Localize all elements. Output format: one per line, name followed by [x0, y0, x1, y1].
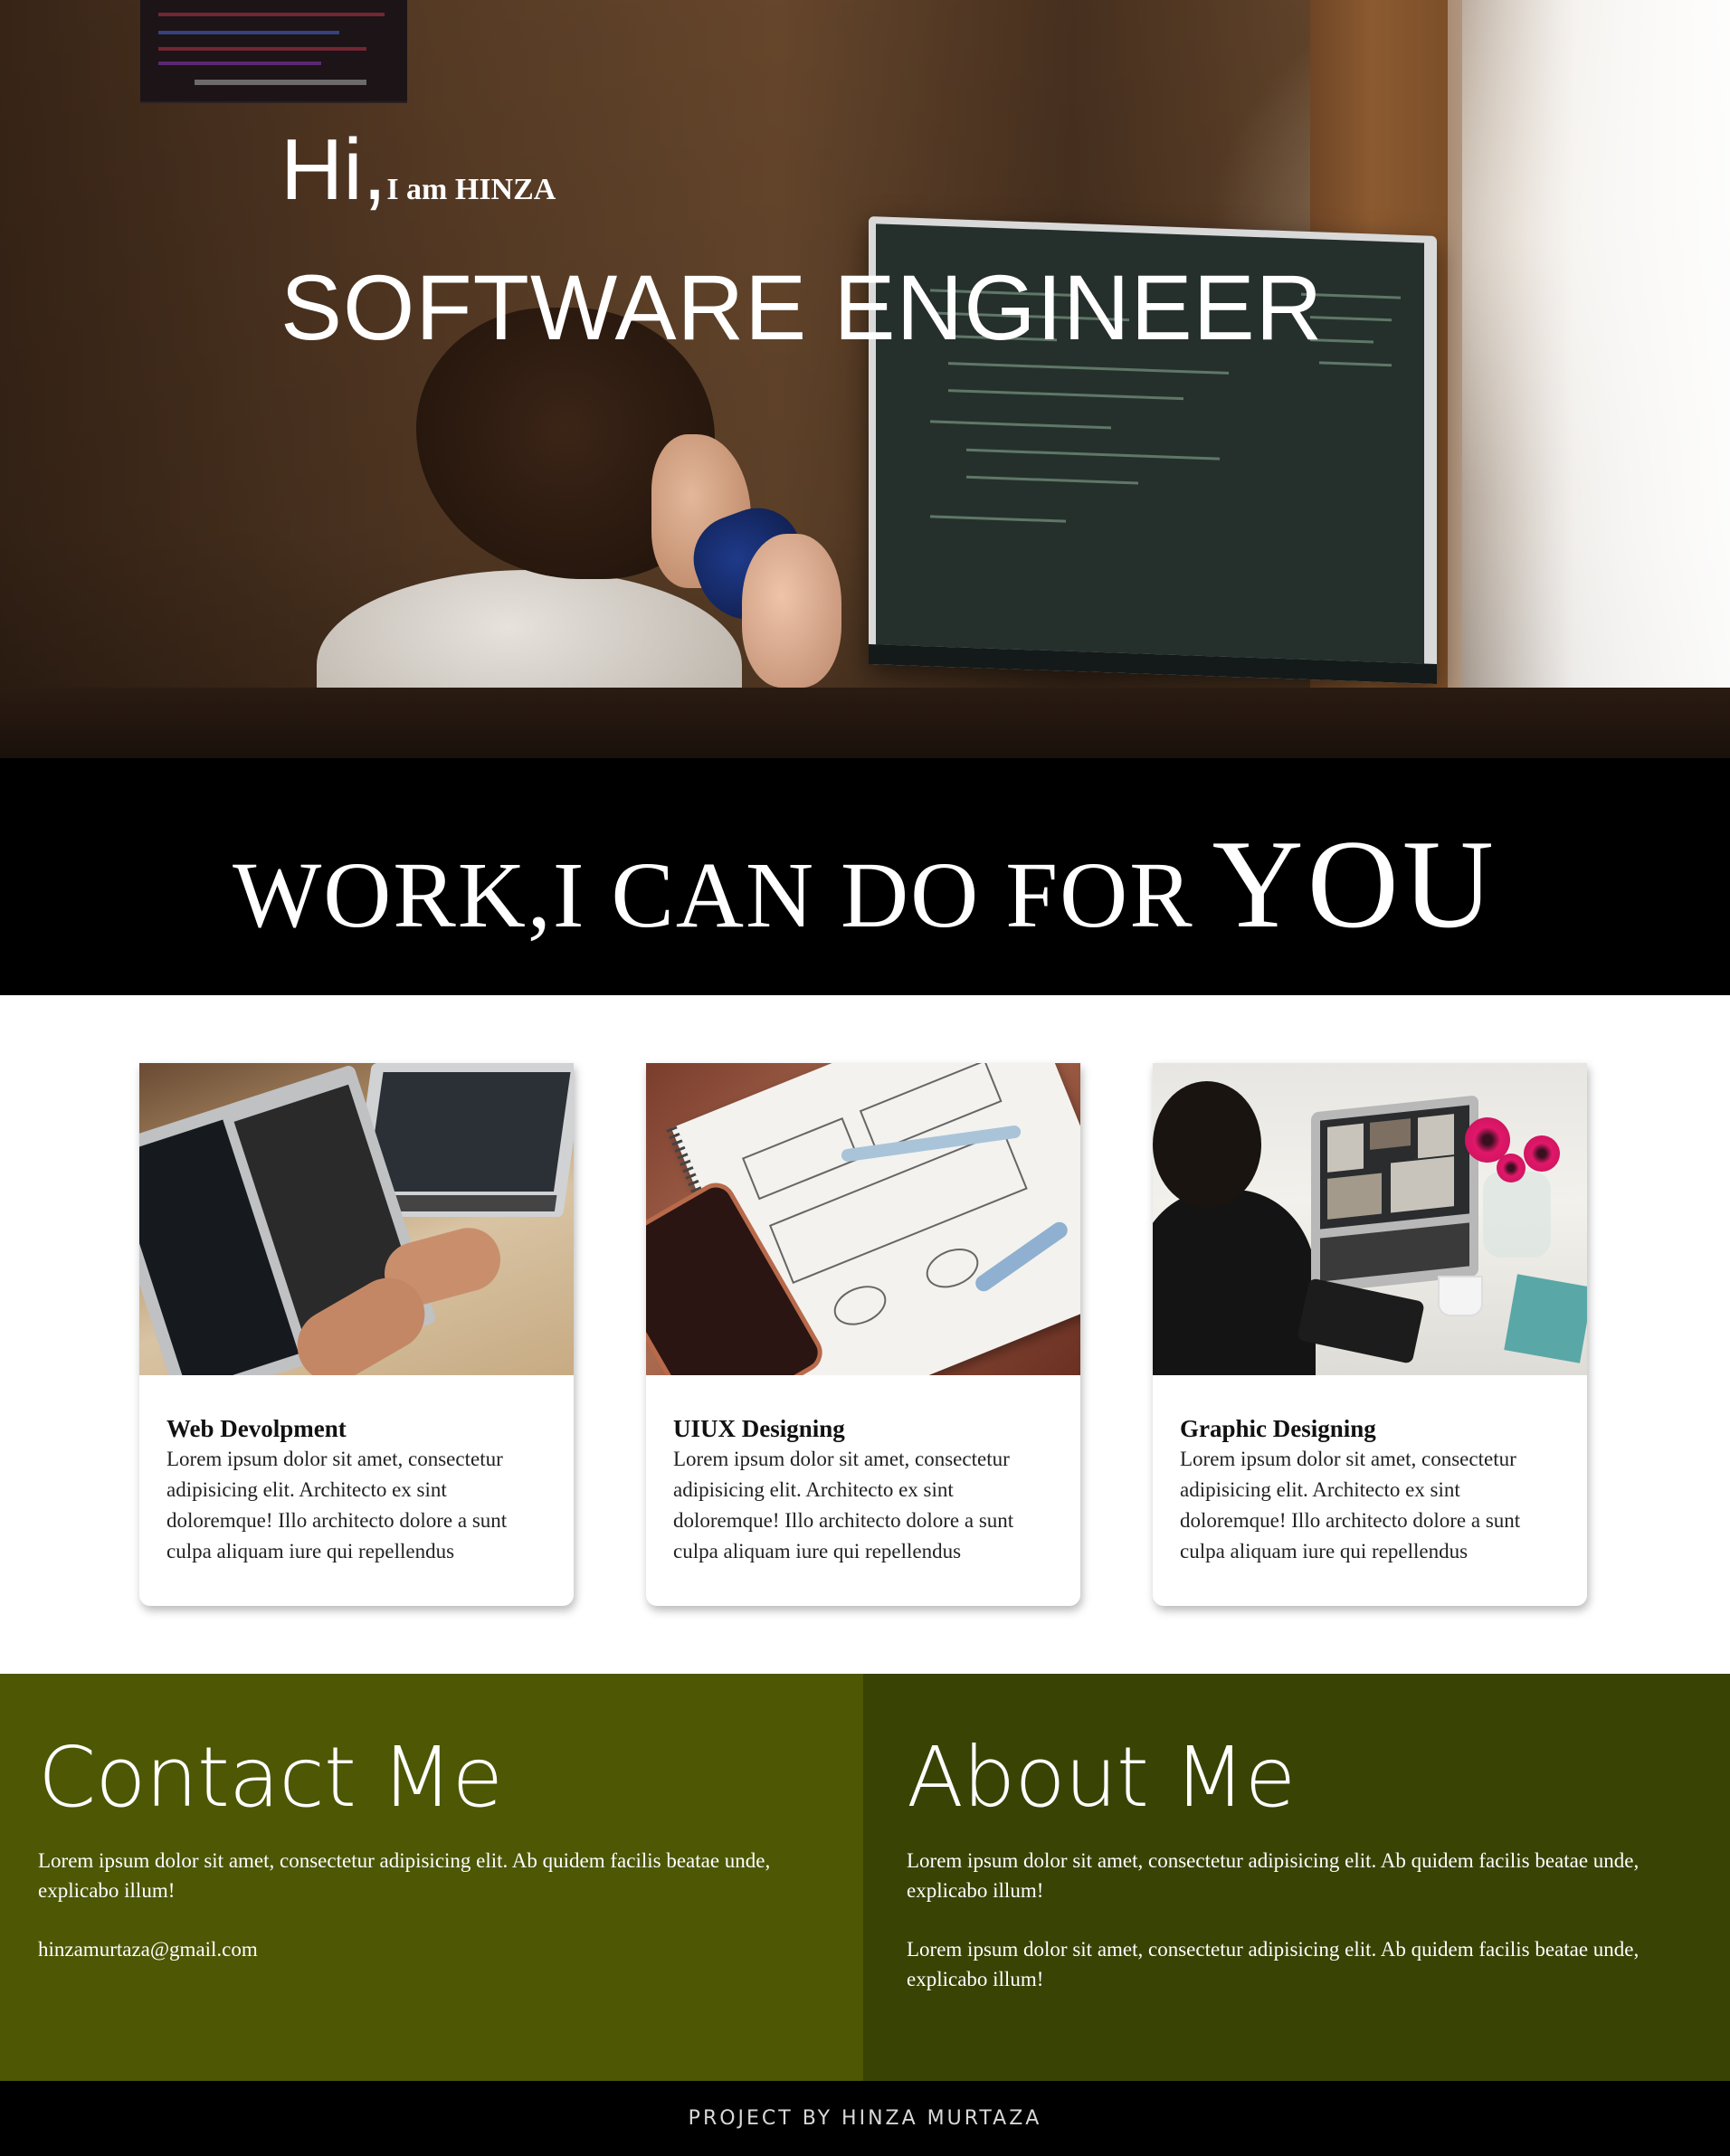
contact-description: Lorem ipsum dolor sit amet, consectetur …	[38, 1849, 771, 1902]
services-section: Web Devolpment Lorem ipsum dolor sit ame…	[0, 995, 1730, 1674]
service-card-graphic-design[interactable]: Graphic Designing Lorem ipsum dolor sit …	[1153, 1063, 1587, 1606]
about-paragraph: Lorem ipsum dolor sit amet, consectetur …	[907, 1938, 1640, 1990]
window-curtain	[1448, 0, 1730, 758]
hero-role-title: SOFTWARE ENGINEER	[280, 256, 1324, 359]
wireframe-notebook-photo	[646, 1063, 1080, 1375]
contact-email-link[interactable]: hinzamurtaza@gmail.com	[38, 1934, 825, 1964]
banner-emphasis: YOU	[1212, 814, 1497, 955]
services-banner: WORK,I CAN DO FOR YOU	[0, 758, 1730, 995]
footer-credit: PROJECT BY HINZA MURTAZA	[688, 2107, 1042, 2130]
greeting-name: I am HINZA	[386, 173, 556, 206]
page-footer: PROJECT BY HINZA MURTAZA	[0, 2081, 1730, 2156]
hero-section: Hi,I am HINZA SOFTWARE ENGINEER	[0, 0, 1730, 758]
card-title: Graphic Designing	[1180, 1415, 1376, 1442]
contact-panel: Contact Me Lorem ipsum dolor sit amet, c…	[0, 1674, 863, 2081]
info-section: Contact Me Lorem ipsum dolor sit amet, c…	[0, 1674, 1730, 2081]
contact-heading: Contact Me	[38, 1729, 503, 1826]
card-description: Lorem ipsum dolor sit amet, consectetur …	[1180, 1448, 1521, 1562]
about-heading: About Me	[907, 1729, 1296, 1826]
about-paragraph: Lorem ipsum dolor sit amet, consectetur …	[907, 1849, 1640, 1902]
card-title: Web Devolpment	[166, 1415, 347, 1442]
card-title: UIUX Designing	[673, 1415, 845, 1442]
greeting-hi: Hi,	[280, 121, 387, 218]
wall-poster	[140, 0, 407, 103]
about-panel: About Me Lorem ipsum dolor sit amet, con…	[863, 1674, 1730, 2081]
card-description: Lorem ipsum dolor sit amet, consectetur …	[166, 1448, 508, 1562]
service-card-web-development[interactable]: Web Devolpment Lorem ipsum dolor sit ame…	[139, 1063, 574, 1606]
card-description: Lorem ipsum dolor sit amet, consectetur …	[673, 1448, 1014, 1562]
banner-heading: WORK,I CAN DO FOR	[233, 843, 1194, 947]
laptops-coding-photo	[139, 1063, 574, 1375]
desk	[0, 688, 1730, 758]
designer-at-laptop-photo	[1153, 1063, 1587, 1375]
service-card-uiux-design[interactable]: UIUX Designing Lorem ipsum dolor sit ame…	[646, 1063, 1080, 1606]
hero-greeting: Hi,I am HINZA	[280, 125, 556, 215]
